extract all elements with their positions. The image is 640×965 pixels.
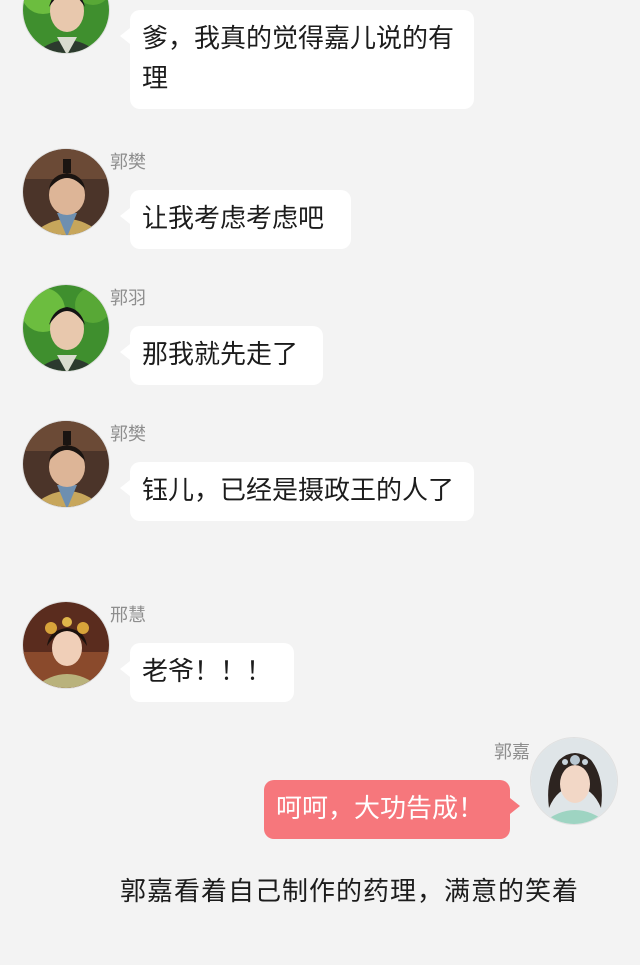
message-bubble: 呵呵，大功告成！ xyxy=(264,780,520,839)
sender-name: 邢慧 xyxy=(110,605,146,626)
narration-text: 郭嘉看着自己制作的药理，满意的笑着 xyxy=(120,877,580,907)
guo-jia-avatar-icon[interactable] xyxy=(530,737,618,825)
message-bubble: 钰儿，已经是摄政王的人了 xyxy=(120,462,474,521)
guo-yu-avatar-icon[interactable] xyxy=(22,0,110,54)
message-bubble: 那我就先走了 xyxy=(120,326,323,385)
sender-name: 郭樊 xyxy=(110,424,146,445)
message-bubble: 爹，我真的觉得嘉儿说的有理 xyxy=(120,10,474,109)
guo-yu-avatar-icon[interactable] xyxy=(22,284,110,372)
guo-fan-avatar-icon[interactable] xyxy=(22,420,110,508)
sender-name: 郭羽 xyxy=(110,288,146,309)
message-bubble: 让我考虑考虑吧 xyxy=(120,190,351,249)
guo-fan-avatar-icon[interactable] xyxy=(22,148,110,236)
sender-name: 郭樊 xyxy=(110,152,146,173)
sender-name: 郭嘉 xyxy=(494,742,530,763)
message-bubble: 老爷！！！ xyxy=(120,643,294,702)
xing-hui-avatar-icon[interactable] xyxy=(22,601,110,689)
